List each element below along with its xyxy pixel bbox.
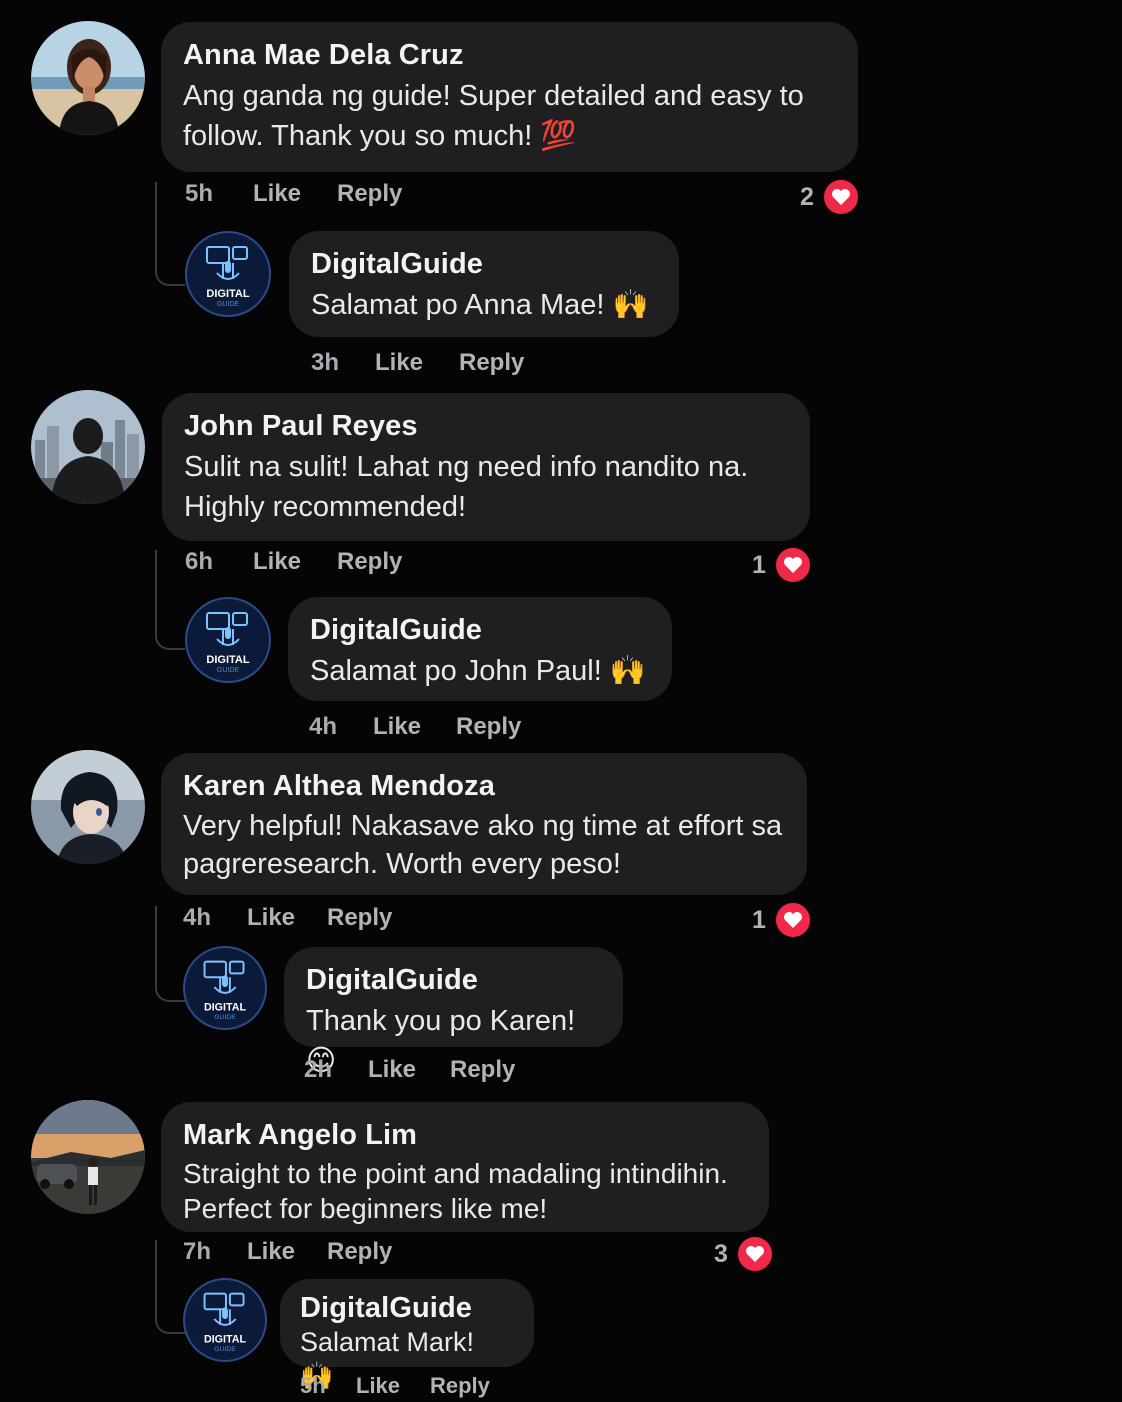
like-button[interactable]: Like [356,1373,430,1399]
reaction-summary[interactable]: 2 [800,178,860,216]
reply-button[interactable]: Reply [459,349,524,377]
comment-bubble: John Paul Reyes Sulit na sulit! Lahat ng… [162,393,810,541]
reply-time[interactable]: 3h [311,349,375,377]
avatar-john-paul[interactable] [31,390,145,504]
reply-button[interactable]: Reply [327,1238,392,1266]
like-button[interactable]: Like [247,904,327,932]
comment-actions: 6h Like Reply [185,548,402,576]
reply-bubble: DigitalGuide Thank you po Karen! 😊 [284,947,623,1077]
comment-bubble: Anna Mae Dela Cruz Ang ganda ng guide! S… [161,22,858,172]
comment-text: Very helpful! Nakasave ako ng time at ef… [183,810,783,880]
reply-time[interactable]: 2h [304,1056,368,1084]
reply-text: Salamat po John Paul! 🙌 [310,655,646,687]
avatar-karen-althea[interactable] [31,750,145,864]
logo-line2: GUIDE [217,301,240,308]
comment-author[interactable]: Anna Mae Dela Cruz [183,38,836,72]
reply-actions: 4h Like Reply [309,713,521,741]
like-button[interactable]: Like [373,713,456,741]
thread-connector-line [155,182,185,286]
reply-button[interactable]: Reply [456,713,521,741]
reply-bubble: DigitalGuide Salamat po Anna Mae! 🙌 [289,231,679,337]
reply-button[interactable]: Reply [430,1373,490,1399]
reaction-summary[interactable]: 3 [714,1235,774,1273]
like-button[interactable]: Like [368,1056,450,1084]
logo-line2: GUIDE [214,1346,236,1353]
like-button[interactable]: Like [253,180,337,208]
like-button[interactable]: Like [375,349,459,377]
reply-actions: 3h Like Reply [311,349,524,377]
comment-time[interactable]: 7h [183,1238,247,1266]
logo-line2: GUIDE [214,1014,236,1021]
comment-author[interactable]: Karen Althea Mendoza [183,769,785,803]
reaction-summary[interactable]: 1 [752,546,812,584]
reaction-count: 1 [752,550,766,579]
reply-actions: 5h Like Reply [300,1373,490,1399]
reply-button[interactable]: Reply [337,548,402,576]
reply-author[interactable]: DigitalGuide [306,963,601,997]
logo-line2: GUIDE [217,667,240,674]
reply-bubble: DigitalGuide Salamat po John Paul! 🙌 [288,597,672,701]
reply-button[interactable]: Reply [337,180,402,208]
comment-actions: 5h Like Reply [185,180,402,208]
logo-line1: DIGITAL [206,654,249,666]
heart-icon [735,1235,774,1273]
comment-bubble: Mark Angelo Lim Straight to the point an… [161,1102,769,1232]
reaction-summary[interactable]: 1 [752,901,812,939]
logo-line1: DIGITAL [204,1333,247,1345]
logo-line1: DIGITAL [204,1001,247,1013]
digitalguide-avatar[interactable]: DIGITAL GUIDE [185,597,271,683]
comment-author[interactable]: John Paul Reyes [184,409,788,443]
thread-connector-line [155,550,185,650]
reply-time[interactable]: 4h [309,713,373,741]
like-button[interactable]: Like [253,548,337,576]
comment-text: Ang ganda ng guide! Super detailed and e… [183,80,804,152]
comment-time[interactable]: 4h [183,904,247,932]
comment-text: Sulit na sulit! Lahat ng need info nandi… [184,451,749,523]
reaction-count: 3 [714,1239,728,1268]
reply-button[interactable]: Reply [450,1056,515,1084]
reply-bubble: DigitalGuide Salamat Mark! 🙌 [280,1279,534,1391]
comment-time[interactable]: 5h [185,180,253,208]
comment-actions: 4h Like Reply [183,904,392,932]
reply-actions: 2h Like Reply [304,1056,515,1084]
like-button[interactable]: Like [247,1238,327,1266]
thread-connector-line [155,906,185,1002]
reply-button[interactable]: Reply [327,904,392,932]
comment-bubble: Karen Althea Mendoza Very helpful! Nakas… [161,753,807,895]
reply-author[interactable]: DigitalGuide [300,1291,514,1325]
comment-author[interactable]: Mark Angelo Lim [183,1118,747,1152]
comment-text: Straight to the point and madaling intin… [183,1158,728,1224]
digitalguide-avatar[interactable]: DIGITAL GUIDE [185,231,271,317]
reply-time[interactable]: 5h [300,1373,356,1399]
comment-time[interactable]: 6h [185,548,253,576]
comment-actions: 7h Like Reply [183,1238,392,1266]
reply-author[interactable]: DigitalGuide [311,247,657,281]
reply-text: Salamat po Anna Mae! 🙌 [311,289,649,321]
digitalguide-avatar[interactable]: DIGITAL GUIDE [183,946,267,1030]
logo-line1: DIGITAL [206,288,249,300]
digitalguide-avatar[interactable]: DIGITAL GUIDE [183,1278,267,1362]
reaction-count: 2 [800,182,814,211]
reply-author[interactable]: DigitalGuide [310,613,650,647]
reaction-count: 1 [752,905,766,934]
heart-icon [773,546,812,584]
avatar-mark-angelo[interactable] [31,1100,145,1214]
avatar-anna-mae[interactable] [31,21,145,135]
heart-icon [773,901,812,939]
heart-icon [821,178,860,216]
thread-connector-line [155,1240,185,1334]
